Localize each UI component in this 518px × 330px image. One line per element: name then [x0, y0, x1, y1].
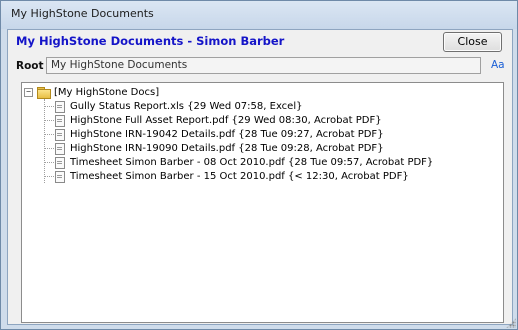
tree-file-item[interactable]: Timesheet Simon Barber - 15 Oct 2010.pdf… [44, 170, 409, 183]
file-label: HighStone Full Asset Report.pdf {29 Wed … [70, 115, 382, 126]
file-icon [55, 142, 65, 155]
tree-file-item[interactable]: HighStone IRN-19042 Details.pdf {28 Tue … [44, 128, 384, 141]
file-label: Timesheet Simon Barber - 08 Oct 2010.pdf… [70, 157, 434, 168]
file-label: Gully Status Report.xls {29 Wed 07:58, E… [70, 101, 303, 112]
font-toggle-link[interactable]: Aa [491, 59, 505, 71]
file-label: HighStone IRN-19042 Details.pdf {28 Tue … [70, 129, 384, 140]
folder-icon [37, 87, 51, 99]
root-label: Root [16, 60, 44, 72]
file-label: HighStone IRN-19090 Details.pdf {28 Tue … [70, 143, 384, 154]
tree-file-item[interactable]: HighStone Full Asset Report.pdf {29 Wed … [44, 114, 382, 127]
file-icon [55, 170, 65, 183]
tree-file-item[interactable]: Gully Status Report.xls {29 Wed 07:58, E… [44, 100, 302, 113]
tree-file-item[interactable]: Timesheet Simon Barber - 08 Oct 2010.pdf… [44, 156, 433, 169]
tree-root-label: [My HighStone Docs] [54, 86, 160, 98]
file-icon [55, 128, 65, 141]
collapse-icon[interactable]: − [24, 87, 33, 97]
documents-tree[interactable]: − [My HighStone Docs] Gully Status Repor… [21, 82, 504, 323]
file-icon [55, 114, 65, 127]
dialog-client-area: My HighStone Documents - Simon Barber Cl… [7, 29, 513, 325]
file-icon [55, 156, 65, 169]
file-icon [55, 100, 65, 113]
root-path-field[interactable] [46, 57, 481, 74]
title-bar[interactable]: My HighStone Documents [1, 1, 517, 29]
documents-window: My HighStone Documents My HighStone Docu… [0, 0, 518, 330]
file-label: Timesheet Simon Barber - 15 Oct 2010.pdf… [70, 171, 409, 182]
tree-root-node[interactable]: − [My HighStone Docs] [24, 85, 159, 99]
close-button[interactable]: Close [443, 32, 502, 52]
page-title: My HighStone Documents - Simon Barber [16, 34, 285, 48]
tree-file-item[interactable]: HighStone IRN-19090 Details.pdf {28 Tue … [44, 142, 384, 155]
window-title: My HighStone Documents [11, 7, 154, 20]
